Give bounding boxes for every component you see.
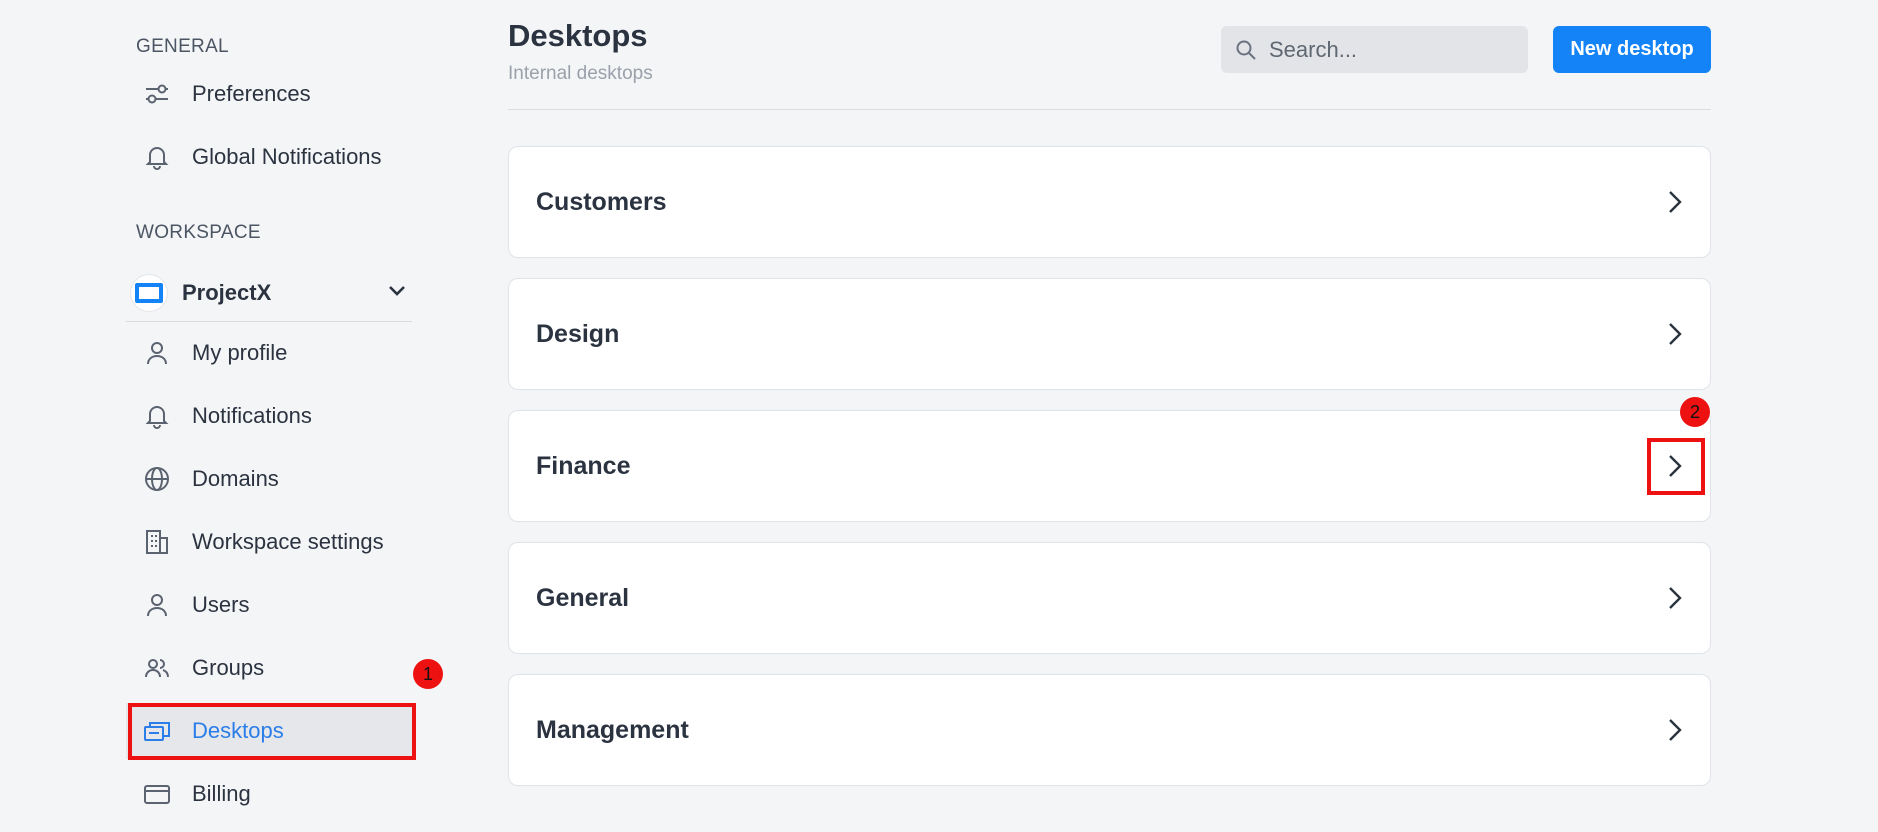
- workspace-name: ProjectX: [182, 279, 272, 305]
- annotation-badge-2: 2: [1680, 397, 1710, 427]
- sliders-icon: [142, 79, 172, 109]
- annotation-badge-1: 1: [413, 659, 443, 689]
- user-icon: [142, 590, 172, 620]
- sidebar-item-global-notifications[interactable]: Global Notifications: [126, 129, 412, 185]
- desktop-card-label: Finance: [536, 451, 631, 480]
- sidebar-item-notifications[interactable]: Notifications: [126, 388, 412, 444]
- desktop-card-finance[interactable]: Finance: [508, 410, 1711, 522]
- user-icon: [142, 338, 172, 368]
- workspace-logo-icon: [130, 273, 168, 312]
- sidebar-item-label: Preferences: [192, 81, 311, 106]
- sidebar-item-my-profile[interactable]: My profile: [126, 325, 412, 381]
- sidebar-item-label: Domains: [192, 466, 279, 491]
- workspace-section-title: WORKSPACE: [136, 222, 261, 243]
- chevron-down-icon: [386, 279, 408, 306]
- chevron-right-icon[interactable]: [1660, 320, 1688, 348]
- sidebar-item-label: Users: [192, 592, 250, 617]
- desktop-card-management[interactable]: Management: [508, 674, 1711, 786]
- credit-card-icon: [142, 779, 172, 809]
- desktop-card-design[interactable]: Design: [508, 278, 1711, 390]
- chevron-right-icon[interactable]: [1660, 716, 1688, 744]
- sidebar-item-label: Groups: [192, 655, 265, 680]
- sidebar-item-label: My profile: [192, 340, 288, 365]
- users-icon: [142, 653, 172, 683]
- desktop-card-label: Customers: [536, 187, 667, 216]
- building-icon: [142, 527, 172, 557]
- sidebar-item-preferences[interactable]: Preferences: [126, 66, 412, 122]
- page: GENERAL Preferences Global Notifications…: [0, 0, 1878, 832]
- sidebar-item-billing[interactable]: Billing: [126, 766, 412, 822]
- sidebar-item-domains[interactable]: Domains: [126, 451, 412, 507]
- desktop-card-general[interactable]: General: [508, 542, 1711, 654]
- annotation-box-1: [128, 703, 416, 760]
- sidebar-item-label: Workspace settings: [192, 529, 384, 554]
- bell-icon: [142, 401, 172, 431]
- workspace-select[interactable]: ProjectX: [126, 264, 412, 322]
- desktop-card-label: Design: [536, 319, 620, 348]
- sidebar-item-label: Billing: [192, 781, 251, 806]
- search-box[interactable]: [1221, 26, 1528, 73]
- desktop-card-label: General: [536, 583, 630, 612]
- general-section-title: GENERAL: [136, 36, 229, 57]
- header-divider: [508, 109, 1711, 110]
- sidebar-item-groups[interactable]: Groups: [126, 640, 412, 696]
- sidebar-item-workspace-settings[interactable]: Workspace settings: [126, 514, 412, 570]
- page-title: Desktops: [508, 18, 648, 53]
- chevron-right-icon[interactable]: [1660, 188, 1688, 216]
- search-icon: [1235, 39, 1257, 61]
- sidebar-item-label: Global Notifications: [192, 144, 382, 169]
- new-desktop-button[interactable]: New desktop: [1553, 26, 1711, 73]
- search-input[interactable]: [1269, 36, 1509, 63]
- sidebar-item-label: Notifications: [192, 403, 312, 428]
- page-subtitle: Internal desktops: [508, 63, 653, 84]
- globe-icon: [142, 464, 172, 494]
- sidebar-item-users[interactable]: Users: [126, 577, 412, 633]
- chevron-right-icon[interactable]: [1660, 584, 1688, 612]
- bell-icon: [142, 142, 172, 172]
- desktop-card-label: Management: [536, 715, 689, 744]
- annotation-box-2: [1647, 438, 1705, 495]
- desktop-card-customers[interactable]: Customers: [508, 146, 1711, 258]
